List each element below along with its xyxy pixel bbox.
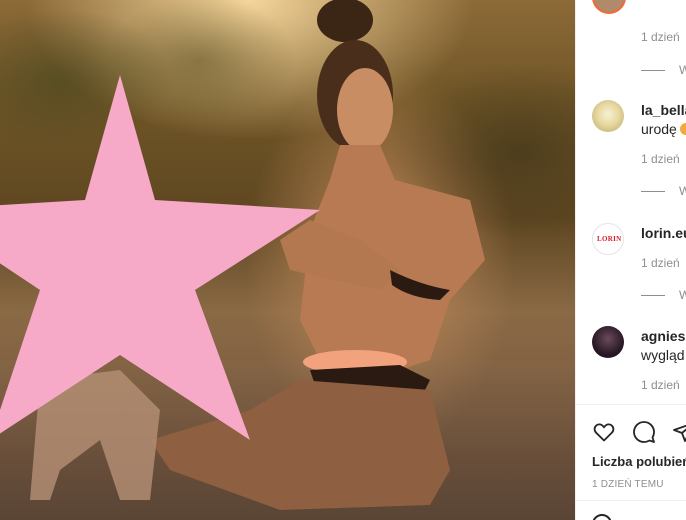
likes-count[interactable]: Liczba polubień	[592, 454, 686, 469]
avatar[interactable]: LORIN	[592, 223, 624, 255]
comment-time: 1 dzień	[641, 256, 680, 270]
view-replies-label: W	[679, 63, 686, 77]
emoji-picker-icon[interactable]	[592, 514, 612, 520]
heart-icon[interactable]	[592, 420, 616, 444]
comment-username[interactable]: agniesz	[641, 328, 686, 344]
comment-text-value: urodę	[641, 121, 677, 137]
comment-time: 1 dzień	[641, 152, 680, 166]
replies-divider-line	[641, 191, 665, 193]
avatar[interactable]	[592, 326, 624, 358]
replies-divider-line	[641, 70, 665, 72]
post-time: 1 DZIEŃ TEMU	[592, 479, 664, 490]
emoji-icon	[679, 123, 686, 135]
view-replies-label: W	[679, 288, 686, 302]
view-replies-link[interactable]: W	[641, 288, 686, 302]
avatar[interactable]	[592, 0, 626, 14]
share-icon[interactable]	[672, 420, 686, 444]
comment-icon[interactable]	[632, 420, 656, 444]
censor-star-shape	[0, 75, 320, 440]
view-replies-label: W	[679, 184, 686, 198]
divider	[576, 500, 686, 501]
avatar[interactable]	[592, 100, 624, 132]
comment-username[interactable]: lorin.eu	[641, 225, 686, 241]
view-replies-link[interactable]: W	[641, 184, 686, 198]
comment-username[interactable]: la_bella	[641, 102, 686, 118]
avatar-logo-text: LORIN	[597, 235, 622, 243]
replies-divider-line	[641, 295, 665, 297]
view-replies-link[interactable]: W	[641, 63, 686, 77]
comment-text: wygląd	[641, 347, 685, 363]
comment-time: 1 dzień	[641, 30, 680, 44]
comments-panel: 1 dzień W la_bella urodę 1 dzień W LORIN…	[575, 0, 686, 520]
post-photo[interactable]	[0, 0, 575, 520]
comment-text: urodę	[641, 121, 686, 137]
divider	[576, 404, 686, 405]
comment-time: 1 dzień	[641, 378, 680, 392]
